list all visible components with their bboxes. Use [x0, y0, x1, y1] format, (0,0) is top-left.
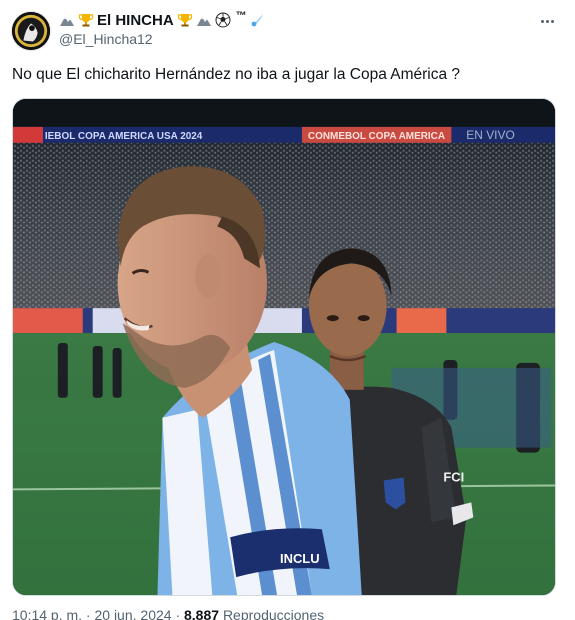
more-options-button[interactable]	[536, 12, 558, 30]
mountain-icon	[196, 12, 212, 28]
trophy-icon	[177, 12, 193, 28]
trademark-mark: ™	[235, 10, 247, 22]
views-count: 8.887	[184, 607, 220, 620]
avatar[interactable]	[11, 11, 51, 51]
tweet-photo[interactable]: IEBOL COPA AMERICA USA 2024 CONMEBOL COP…	[12, 98, 556, 596]
banner-left-text: IEBOL COPA AMERICA USA 2024	[45, 131, 203, 142]
trophy-icon	[78, 12, 94, 28]
ref-shirt-text: FCI	[443, 469, 464, 484]
views-label: Reproducciones	[222, 607, 325, 620]
more-dot	[540, 19, 544, 23]
more-dot	[545, 19, 549, 23]
banner-far-right-text: EN VIVO	[466, 128, 514, 142]
mountain-icon	[59, 12, 75, 28]
banner-right-text: CONMEBOL COPA AMERICA	[308, 131, 445, 142]
tweet-timestamp[interactable]: 10:14 p. m. · 20 jun. 2024 ·	[12, 607, 180, 620]
tweet-footer: 10:14 p. m. · 20 jun. 2024 · 8.887 Repro…	[12, 607, 324, 620]
tweet-text: No que El chicharito Hernández no iba a …	[12, 66, 461, 83]
author-display-name: El HINCHA	[97, 11, 174, 29]
comet-icon	[250, 12, 266, 28]
captain-band-text: INCLU	[280, 551, 320, 566]
author-name-row[interactable]: El HINCHA ™	[59, 9, 266, 31]
author-handle[interactable]: @El_Hincha12	[59, 31, 153, 47]
more-dot	[550, 19, 554, 23]
soccer-ball-icon	[215, 12, 231, 28]
tweet-card: El HINCHA ™ @El_Hincha12 No que El chich…	[0, 0, 575, 620]
